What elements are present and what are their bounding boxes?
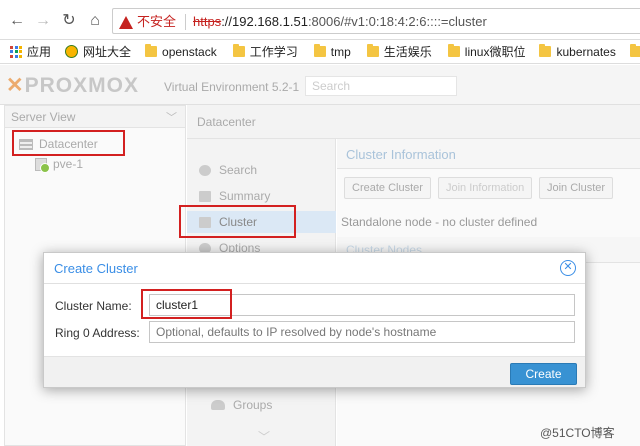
folder-icon xyxy=(313,44,326,57)
chevron-down-icon: ﹀ xyxy=(166,112,177,124)
cluster-name-label: Cluster Name: xyxy=(55,299,132,313)
server-icon xyxy=(199,216,211,228)
search-input[interactable]: Search xyxy=(305,76,457,96)
search-icon xyxy=(199,164,211,176)
url-host: ://192.168.1.51 xyxy=(221,14,308,29)
bookmark-site-nav[interactable]: 网址大全 xyxy=(65,43,131,60)
menu-label: Search xyxy=(219,163,258,177)
security-warning[interactable]: 不安全 xyxy=(119,13,176,31)
datacenter-icon xyxy=(19,138,33,150)
bookmark-label: 工作学习 xyxy=(249,45,298,59)
tree-item-datacenter[interactable]: Datacenter xyxy=(19,137,98,151)
folder-icon xyxy=(145,44,158,57)
bookmark-more[interactable]: 投 xyxy=(629,43,640,60)
users-icon xyxy=(211,400,225,410)
menu-item-groups[interactable]: Groups xyxy=(211,398,272,412)
apps-icon xyxy=(10,45,22,58)
bookmark-label: tmp xyxy=(330,44,351,59)
globe-icon xyxy=(65,45,79,58)
bookmark-label: 生活娱乐 xyxy=(383,45,432,59)
folder-icon xyxy=(447,44,460,57)
ring0-address-input[interactable]: Optional, defaults to IP resolved by nod… xyxy=(149,321,575,343)
create-cluster-dialog: Create Cluster ✕ Cluster Name: cluster1 … xyxy=(43,252,586,388)
create-button[interactable]: Create xyxy=(510,363,577,385)
app-header: ✕PROXMOX Virtual Environment 5.2-1 Searc… xyxy=(0,65,640,105)
menu-label: Summary xyxy=(219,189,271,203)
tree-item-label: Datacenter xyxy=(39,137,98,151)
dialog-footer: Create xyxy=(44,356,585,387)
folder-icon xyxy=(366,44,379,57)
address-divider xyxy=(185,14,186,30)
folder-icon xyxy=(232,44,245,57)
standalone-status: Standalone node - no cluster defined xyxy=(341,215,538,229)
panel-title: Cluster Information xyxy=(337,139,640,169)
tree-item-node[interactable]: pve-1 xyxy=(35,157,84,173)
reload-icon[interactable]: ↻ xyxy=(60,12,78,30)
menu-item-summary[interactable]: Summary xyxy=(187,185,336,207)
bookmark-tmp[interactable]: tmp xyxy=(313,44,351,59)
proxmox-logo: ✕PROXMOX xyxy=(6,75,139,97)
menu-item-cluster[interactable]: Cluster xyxy=(187,211,336,233)
url-text[interactable]: https://192.168.1.51:8006/#v1:0:18:4:2:6… xyxy=(193,13,487,31)
chevron-down-icon[interactable]: ﹀ xyxy=(258,428,270,445)
bookmark-openstack[interactable]: openstack xyxy=(145,44,217,59)
tree-item-label: pve-1 xyxy=(53,157,84,171)
join-cluster-button[interactable]: Join Cluster xyxy=(539,177,614,199)
bookmark-label: linux微职位 xyxy=(464,45,526,59)
security-label: 不安全 xyxy=(137,14,177,29)
folder-icon xyxy=(539,44,552,57)
book-icon xyxy=(199,190,211,202)
url-scheme: https xyxy=(193,14,222,29)
menu-item-search[interactable]: Search xyxy=(187,159,336,181)
dialog-title: Create Cluster xyxy=(44,253,585,284)
server-online-icon xyxy=(35,157,50,173)
content-title: Datacenter xyxy=(187,105,640,139)
bookmark-label: openstack xyxy=(162,44,217,59)
browser-toolbar: ← → ↻ ⌂ 不安全 https://192.168.1.51:8006/#v… xyxy=(0,0,640,40)
bookmark-kubernates[interactable]: kubernates xyxy=(539,44,616,59)
bookmark-linux[interactable]: linux微职位 xyxy=(447,43,526,60)
version-label: Virtual Environment 5.2-1 xyxy=(164,80,300,94)
logo-text: PROXMOX xyxy=(24,74,139,97)
watermark: @51CTO博客 xyxy=(540,426,615,440)
folder-icon xyxy=(629,44,640,57)
view-label: Server View xyxy=(11,110,76,124)
warning-icon xyxy=(119,15,133,29)
logo-x-mark: ✕ xyxy=(6,74,25,97)
url-path: :8006/#v1:0:18:4:2:6::::=cluster xyxy=(307,14,487,29)
bookmark-label: 网址大全 xyxy=(83,45,132,59)
bookmark-work[interactable]: 工作学习 xyxy=(232,43,298,60)
address-bar[interactable]: 不安全 https://192.168.1.51:8006/#v1:0:18:4… xyxy=(112,8,640,34)
back-icon[interactable]: ← xyxy=(8,12,26,30)
forward-icon[interactable]: → xyxy=(34,12,52,30)
create-cluster-button[interactable]: Create Cluster xyxy=(344,177,431,199)
cluster-name-input[interactable]: cluster1 xyxy=(149,294,575,316)
close-icon[interactable]: ✕ xyxy=(560,260,576,276)
menu-label: Groups xyxy=(233,398,273,412)
menu-label: Cluster xyxy=(219,215,258,229)
bookmarks-bar: 应用 网址大全 openstack 工作学习 tmp 生活娱乐 linux微职位… xyxy=(0,40,640,64)
join-information-button[interactable]: Join Information xyxy=(438,177,533,199)
bookmark-label: kubernates xyxy=(556,44,616,59)
bookmark-apps[interactable]: 应用 xyxy=(10,43,51,60)
bookmark-label: 应用 xyxy=(27,45,52,59)
home-icon[interactable]: ⌂ xyxy=(86,12,104,30)
bookmark-life[interactable]: 生活娱乐 xyxy=(366,43,432,60)
view-selector[interactable]: Server View ﹀ xyxy=(5,106,185,128)
ring0-address-label: Ring 0 Address: xyxy=(55,326,140,340)
